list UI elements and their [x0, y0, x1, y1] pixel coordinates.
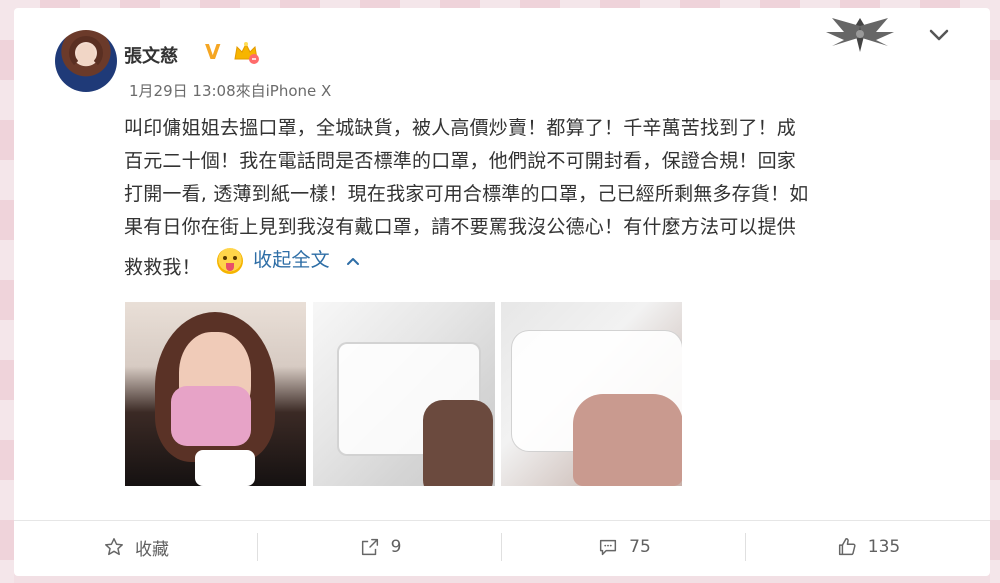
like-button[interactable]: 135: [746, 521, 990, 573]
photo3-hand: [573, 394, 682, 486]
favorite-label: 收藏: [135, 539, 169, 560]
winged-cross-icon: [826, 18, 894, 52]
photo1-pink-mask: [171, 386, 251, 446]
comment-icon: [600, 539, 617, 556]
author-name[interactable]: 張文慈: [124, 42, 178, 68]
background-pattern-left: [0, 0, 14, 583]
comment-button[interactable]: 75: [502, 521, 746, 573]
content-line-5: 救救我！ 收起全文: [124, 244, 944, 285]
share-icon: [361, 538, 378, 556]
post-image-1[interactable]: [125, 302, 306, 486]
post-image-2[interactable]: [313, 302, 495, 486]
chevron-up-icon[interactable]: [346, 256, 360, 266]
like-count: 135: [867, 537, 901, 557]
content-line-5-text: 救救我！: [124, 256, 201, 279]
verified-icon: V: [205, 40, 221, 64]
share-button[interactable]: 9: [258, 521, 502, 573]
content-line-3: 打開一看, 透薄到紙一樣！現在我家可用合標準的口罩，己已經所剩無多存貨！如: [124, 183, 809, 205]
background-pattern-right: [990, 0, 1000, 583]
thumbs-up-icon: [838, 538, 856, 556]
collapse-text-link[interactable]: 收起全文: [253, 244, 330, 277]
collapse-row: 收起全文: [217, 244, 360, 277]
content-line-1: 叫印傭姐姐去搵口罩，全城缺貨，被人高價炒賣！都算了！千辛萬苦找到了！成: [124, 117, 797, 139]
post-meta: 1月29日 13:08來自iPhone X: [129, 82, 332, 100]
share-count: 9: [390, 537, 402, 557]
comment-count: 75: [629, 537, 651, 557]
avatar[interactable]: [55, 30, 117, 92]
post-image-3[interactable]: [501, 302, 682, 486]
chevron-down-icon[interactable]: [929, 28, 949, 42]
post-actions-bar: 收藏 9 75 135: [14, 521, 990, 573]
photo1-collar: [195, 450, 255, 486]
photo2-hand: [423, 400, 493, 486]
content-line-2: 百元二十個！我在電話問是否標準的口罩，他們說不可開封看，保證合規！回家: [124, 150, 797, 172]
tongue-emoji-icon: [217, 247, 244, 274]
vip-crown-icon: [234, 42, 259, 64]
star-icon: [105, 538, 123, 556]
post-content: 叫印傭姐姐去搵口罩，全城缺貨，被人高價炒賣！都算了！千辛萬苦找到了！成 百元二十…: [124, 112, 944, 285]
favorite-button[interactable]: 收藏: [14, 521, 258, 573]
content-line-4: 果有日你在街上見到我沒有戴口罩，請不要罵我沒公德心！有什麼方法可以提供: [124, 216, 797, 238]
avatar-face: [77, 44, 95, 66]
